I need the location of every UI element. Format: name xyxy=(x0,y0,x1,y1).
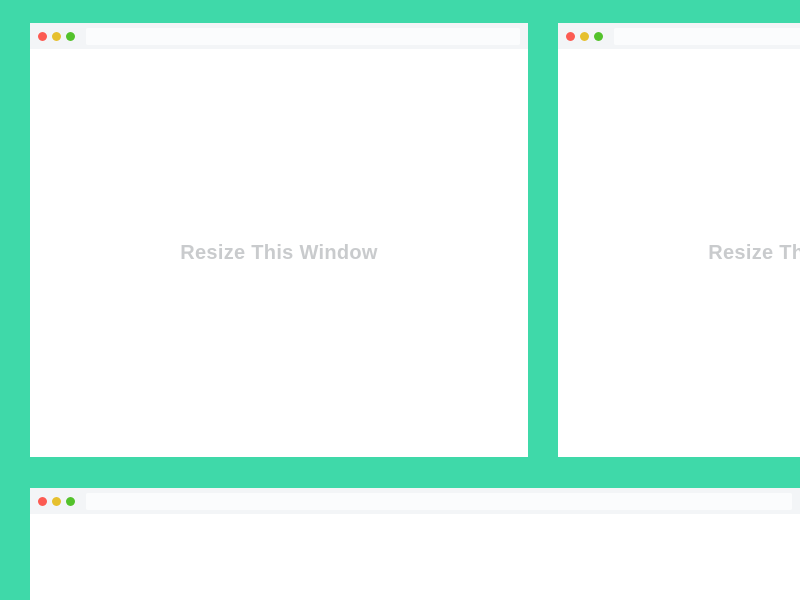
window-titlebar[interactable] xyxy=(30,488,800,514)
close-icon[interactable] xyxy=(566,32,575,41)
window-content: Resize This Window xyxy=(558,49,800,457)
maximize-icon[interactable] xyxy=(594,32,603,41)
browser-window[interactable]: Resize This Window xyxy=(558,23,800,457)
address-bar[interactable] xyxy=(86,493,792,510)
window-titlebar[interactable] xyxy=(30,23,528,49)
close-icon[interactable] xyxy=(38,32,47,41)
minimize-icon[interactable] xyxy=(52,497,61,506)
minimize-icon[interactable] xyxy=(52,32,61,41)
close-icon[interactable] xyxy=(38,497,47,506)
window-content xyxy=(30,514,800,600)
content-message: Resize This Window xyxy=(180,242,377,265)
content-message: Resize This Window xyxy=(708,242,800,265)
browser-window[interactable] xyxy=(30,488,800,600)
maximize-icon[interactable] xyxy=(66,32,75,41)
window-content: Resize This Window xyxy=(30,49,528,457)
address-bar[interactable] xyxy=(614,28,800,45)
address-bar[interactable] xyxy=(86,28,520,45)
minimize-icon[interactable] xyxy=(580,32,589,41)
maximize-icon[interactable] xyxy=(66,497,75,506)
window-titlebar[interactable] xyxy=(558,23,800,49)
browser-window[interactable]: Resize This Window xyxy=(30,23,528,457)
